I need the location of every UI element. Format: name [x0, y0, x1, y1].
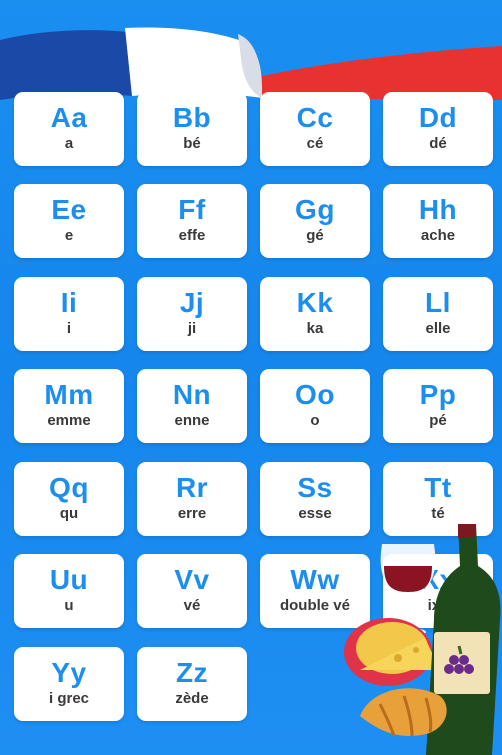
letter-glyph: Zz — [175, 657, 209, 688]
letter-card: Dd dé — [383, 92, 493, 166]
letter-name: dé — [429, 135, 447, 152]
letter-card: Rr erre — [137, 462, 247, 536]
letter-name: u — [64, 597, 74, 614]
letter-card: Yy i grec — [14, 647, 124, 721]
letter-card: Zz zède — [137, 647, 247, 721]
letter-glyph: Jj — [179, 287, 205, 318]
letter-name: e — [64, 227, 74, 244]
letter-glyph: Kk — [296, 287, 334, 318]
letter-card: Pp pé — [383, 369, 493, 443]
letter-name: ka — [306, 320, 324, 337]
letter-name: qu — [59, 505, 79, 522]
letter-card: Ff effe — [137, 184, 247, 258]
letter-name: cé — [306, 135, 324, 152]
letter-glyph: Mm — [44, 379, 94, 410]
letter-card: Mm emme — [14, 369, 124, 443]
croissant-icon — [360, 688, 447, 737]
letter-name: elle — [425, 320, 451, 337]
letter-card: Hh ache — [383, 184, 493, 258]
letter-glyph: Aa — [50, 102, 88, 133]
letter-glyph: Cc — [296, 102, 334, 133]
letter-card: Kk ka — [260, 277, 370, 351]
wine-cheese-croissant-illustration — [344, 524, 501, 755]
letter-glyph: Qq — [49, 472, 89, 503]
letter-glyph: Oo — [295, 379, 335, 410]
letter-name: zède — [175, 690, 209, 707]
letter-glyph: Ee — [51, 194, 87, 225]
letter-glyph: Vv — [174, 564, 210, 595]
letter-card: Uu u — [14, 554, 124, 628]
letter-name: effe — [178, 227, 206, 244]
letter-name: gé — [306, 227, 324, 244]
letter-glyph: Yy — [51, 657, 87, 688]
letter-glyph: Ss — [297, 472, 333, 503]
letter-card: Vv vé — [137, 554, 247, 628]
letter-name: pé — [429, 412, 447, 429]
letter-glyph: Rr — [175, 472, 209, 503]
letter-card: Oo o — [260, 369, 370, 443]
letter-card: Jj ji — [137, 277, 247, 351]
letter-glyph: Nn — [172, 379, 212, 410]
letter-name: vé — [183, 597, 201, 614]
letter-card: Cc cé — [260, 92, 370, 166]
letter-name: o — [310, 412, 320, 429]
letter-name: i — [66, 320, 72, 337]
letter-card: Qq qu — [14, 462, 124, 536]
letter-name: a — [64, 135, 74, 152]
letter-glyph: Pp — [419, 379, 457, 410]
letter-glyph: Gg — [295, 194, 335, 225]
letter-glyph: Ii — [60, 287, 78, 318]
letter-name: erre — [177, 505, 207, 522]
letter-glyph: Uu — [49, 564, 89, 595]
letter-card: Ii i — [14, 277, 124, 351]
cheese-icon — [344, 618, 440, 686]
letter-card: Ll elle — [383, 277, 493, 351]
letter-glyph: Dd — [418, 102, 458, 133]
letter-name: ji — [187, 320, 197, 337]
letter-name: enne — [174, 412, 210, 429]
letter-card: Aa a — [14, 92, 124, 166]
letter-glyph: Bb — [172, 102, 212, 133]
letter-glyph: Ff — [178, 194, 206, 225]
letter-card: Bb bé — [137, 92, 247, 166]
letter-glyph: Hh — [418, 194, 458, 225]
letter-glyph: Tt — [424, 472, 452, 503]
letter-name: ache — [420, 227, 456, 244]
letter-card: Ee e — [14, 184, 124, 258]
letter-name: emme — [47, 412, 91, 429]
letter-card: Nn enne — [137, 369, 247, 443]
letter-card: Gg gé — [260, 184, 370, 258]
letter-name: bé — [183, 135, 201, 152]
letter-glyph: Ll — [425, 287, 451, 318]
letter-name: i grec — [48, 690, 90, 707]
